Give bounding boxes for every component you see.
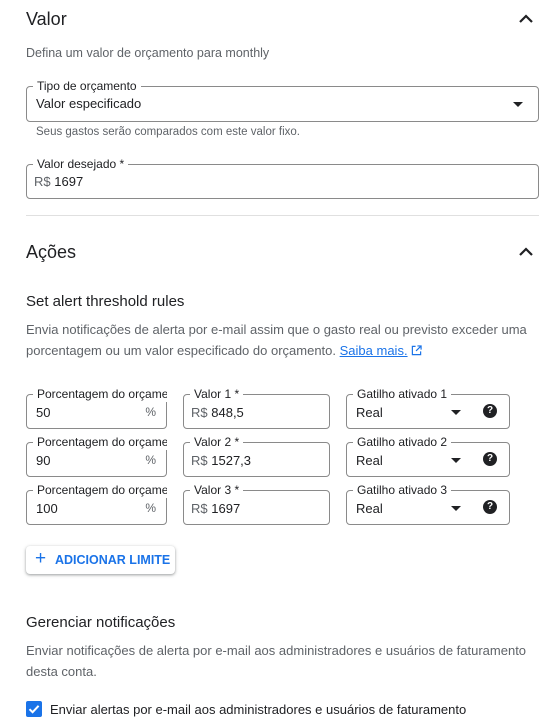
amount-label: Valor 3 *: [190, 482, 244, 498]
valor-section-title: Valor: [26, 9, 67, 29]
trigger-label: Gatilho ativado 2: [353, 434, 452, 450]
trigger-label: Gatilho ativado 1: [353, 386, 452, 402]
amount-value: 1697: [211, 501, 241, 516]
notifications-desc-line2: desta conta.: [26, 664, 97, 679]
amount-value: 1527,3: [211, 453, 252, 468]
caret-down-icon: [451, 506, 461, 511]
threshold-desc-text: porcentagem ou um valor especificado do …: [26, 343, 337, 358]
threshold-title: Set alert threshold rules: [26, 293, 185, 310]
amount-field[interactable]: Valor 2 * R$ 1527,3: [183, 434, 330, 477]
caret-down-icon: [513, 102, 523, 107]
open-in-new-icon[interactable]: [411, 345, 422, 356]
percent-field[interactable]: Porcentagem do orçamento 100 %: [26, 482, 167, 525]
trigger-select[interactable]: Gatilho ativado 2 Real ?: [346, 434, 510, 477]
add-threshold-button[interactable]: + ADICIONAR LIMITE: [26, 546, 175, 574]
percent-field[interactable]: Porcentagem do orçamento 50 %: [26, 386, 167, 429]
chevron-up-icon[interactable]: [518, 244, 534, 260]
currency-prefix: R$: [34, 174, 51, 189]
amount-value: 848,5: [211, 405, 244, 420]
chevron-up-icon[interactable]: [518, 11, 534, 27]
amount-field[interactable]: Valor 1 * R$ 848,5: [183, 386, 330, 429]
trigger-select[interactable]: Gatilho ativado 1 Real ?: [346, 386, 510, 429]
add-threshold-label: ADICIONAR LIMITE: [55, 553, 171, 567]
currency-prefix: R$: [191, 453, 208, 468]
budget-type-helper: Seus gastos serão comparados com este va…: [36, 126, 300, 138]
amount-label: Valor 1 *: [190, 386, 244, 402]
percent-value: 100: [36, 501, 58, 516]
percent-value: 50: [36, 405, 51, 420]
email-admins-label[interactable]: Enviar alertas por e-mail aos administra…: [50, 702, 466, 717]
threshold-desc-line2: porcentagem ou um valor especificado do …: [26, 340, 541, 361]
target-amount-input[interactable]: R$ 1697: [34, 174, 83, 189]
currency-prefix: R$: [191, 405, 208, 420]
percent-field[interactable]: Porcentagem do orçamento 90 %: [26, 434, 167, 477]
learn-more-link[interactable]: Saiba mais.: [340, 343, 408, 358]
trigger-label: Gatilho ativado 3: [353, 482, 452, 498]
budget-type-value: Valor especificado: [36, 96, 142, 111]
acoes-section-title: Ações: [26, 242, 77, 262]
caret-down-icon: [451, 458, 461, 463]
amount-label: Valor 2 *: [190, 434, 244, 450]
target-amount-field[interactable]: Valor desejado * R$ 1697: [26, 156, 539, 199]
notifications-title: Gerenciar notificações: [26, 614, 176, 631]
help-icon[interactable]: ?: [483, 404, 497, 418]
threshold-desc-line1: Envia notificações de alerta por e-mail …: [26, 322, 527, 337]
currency-prefix: R$: [191, 501, 208, 516]
caret-down-icon: [451, 410, 461, 415]
trigger-value: Real: [356, 453, 383, 468]
percent-label: Porcentagem do orçamento: [33, 482, 167, 498]
trigger-value: Real: [356, 405, 383, 420]
amount-field[interactable]: Valor 3 * R$ 1697: [183, 482, 330, 525]
trigger-select[interactable]: Gatilho ativado 3 Real ?: [346, 482, 510, 525]
section-divider: [26, 215, 539, 216]
percent-value: 90: [36, 453, 51, 468]
percent-suffix: %: [145, 453, 156, 467]
help-icon[interactable]: ?: [483, 500, 497, 514]
percent-suffix: %: [145, 501, 156, 515]
notifications-desc-line1: Enviar notificações de alerta por e-mail…: [26, 643, 527, 658]
valor-description: Defina um valor de orçamento para monthl…: [26, 46, 270, 60]
email-admins-checkbox[interactable]: [26, 701, 42, 717]
check-icon: [28, 705, 40, 714]
target-amount-label: Valor desejado *: [33, 156, 129, 172]
plus-icon: +: [35, 548, 47, 569]
percent-label: Porcentagem do orçamento: [33, 386, 167, 402]
target-amount-value: 1697: [54, 174, 84, 189]
trigger-value: Real: [356, 501, 383, 516]
help-icon[interactable]: ?: [483, 452, 497, 466]
percent-suffix: %: [145, 405, 156, 419]
notifications-description: Enviar notificações de alerta por e-mail…: [26, 640, 541, 682]
budget-type-label: Tipo de orçamento: [33, 78, 141, 94]
percent-label: Porcentagem do orçamento: [33, 434, 167, 450]
budget-type-select[interactable]: Tipo de orçamento Valor especificado: [26, 78, 539, 122]
threshold-description: Envia notificações de alerta por e-mail …: [26, 319, 541, 361]
